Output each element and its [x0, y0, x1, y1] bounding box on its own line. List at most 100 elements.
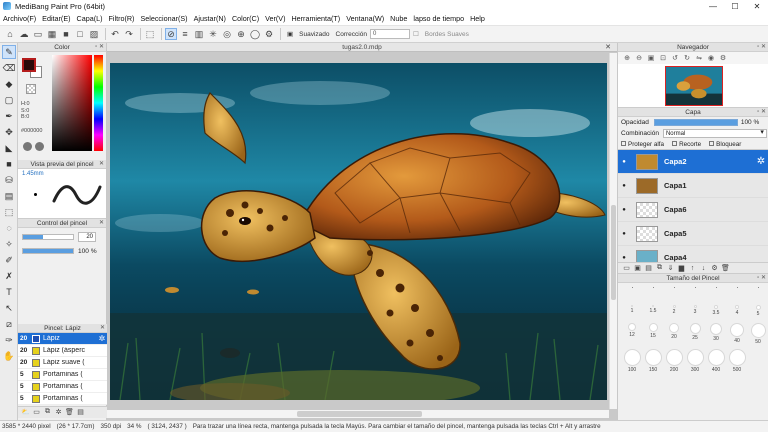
operation-tool-icon[interactable]: ↖ [2, 301, 16, 315]
brush-item[interactable]: 20 Lápiz suave ( [18, 357, 107, 369]
brush-size-value[interactable]: 20 [78, 232, 96, 242]
eyedropper-tool-icon[interactable]: ✑ [2, 333, 16, 347]
brush-size-option[interactable] [621, 287, 643, 289]
minimize-button[interactable]: — [702, 0, 724, 12]
magic-wand-tool-icon[interactable]: ✧ [2, 237, 16, 251]
brush-size-option[interactable]: 300 [684, 349, 706, 373]
zoom-out-icon[interactable]: ⊖ [633, 54, 645, 62]
cloud-upload-icon[interactable]: ☁ [18, 28, 30, 40]
menu-color[interactable]: Color(C) [232, 14, 259, 23]
brush-size-option[interactable]: 400 [705, 349, 727, 373]
trash-icon[interactable]: 🗑 [720, 264, 731, 272]
panel-close-icon[interactable]: ▫ ✕ [757, 108, 766, 117]
circle-snap-icon[interactable]: ◯ [249, 28, 261, 40]
transparent-icon[interactable]: ▨ [88, 28, 100, 40]
brush-opacity-slider[interactable] [22, 248, 74, 254]
layer-row-capa2[interactable]: ● Capa2 ✲ [618, 150, 768, 174]
menu-seleccionar[interactable]: Seleccionar(S) [140, 14, 187, 23]
fill-tool-icon[interactable]: ■ [2, 157, 16, 171]
hue-slider[interactable] [94, 55, 103, 151]
menu-help[interactable]: Help [470, 14, 485, 23]
divide-tool-icon[interactable]: ⧄ [2, 317, 16, 331]
brush-size-option[interactable] [726, 287, 748, 289]
protect-alpha-checkbox[interactable]: Proteger alfa [621, 141, 664, 148]
clip-checkbox[interactable]: Recorte [672, 141, 701, 148]
fit-icon[interactable]: ▣ [645, 54, 657, 62]
brush-size-option[interactable]: 100 [621, 349, 643, 373]
maximize-button[interactable]: ☐ [724, 0, 746, 12]
brush-item[interactable]: 5 Portaminas ( [18, 381, 107, 393]
layer-settings-icon[interactable]: ⚙ [709, 264, 720, 272]
brush-size-option[interactable]: 3 [684, 305, 706, 315]
menu-filtro[interactable]: Filtro(R) [108, 14, 134, 23]
actual-size-icon[interactable]: ⊡ [657, 54, 669, 62]
panel-close-icon[interactable]: ✕ [99, 160, 104, 169]
grid-icon[interactable]: ▦ [46, 28, 58, 40]
navigator-thumbnail[interactable] [618, 64, 768, 108]
brush-size-option[interactable]: 500 [726, 349, 748, 373]
add-layer-icon[interactable]: ▭ [621, 264, 632, 272]
move-up-icon[interactable]: ↑ [687, 265, 698, 272]
brush-size-option[interactable]: 1 [621, 305, 643, 314]
brush-size-option[interactable] [747, 287, 768, 289]
brush-size-option[interactable]: 25 [684, 323, 706, 341]
opacity-slider[interactable] [653, 119, 738, 126]
vertical-scrollbar[interactable] [609, 53, 617, 409]
brush-size-slider[interactable] [22, 234, 74, 240]
gear-icon[interactable]: ✲ [754, 156, 768, 167]
saturation-brightness-picker[interactable] [52, 55, 92, 151]
undo-icon[interactable]: ↶ [109, 28, 121, 40]
brush-size-option[interactable] [663, 287, 685, 289]
brush-size-option[interactable]: 30 [705, 323, 727, 342]
redo-icon[interactable]: ↷ [123, 28, 135, 40]
fill-icon[interactable]: ■ [60, 28, 72, 40]
copy-brush-icon[interactable]: ⧉ [42, 408, 53, 418]
brush-size-option[interactable]: 5 [747, 305, 768, 317]
close-tab-icon[interactable]: ✕ [605, 43, 611, 52]
pen-tool-icon[interactable]: ✒ [2, 109, 16, 123]
blend-select[interactable]: Normal [662, 129, 767, 138]
menu-nube[interactable]: Nube [390, 14, 407, 23]
merge-down-icon[interactable]: ⇓ [665, 264, 676, 272]
cloud-brush-icon[interactable]: ⛅ [20, 408, 31, 418]
horizontal-scroll-thumb[interactable] [297, 411, 422, 417]
menu-ver[interactable]: Ver(V) [265, 14, 285, 23]
add-1bit-layer-icon[interactable]: ▤ [643, 264, 654, 272]
horizontal-scrollbar[interactable] [107, 410, 609, 418]
vanishing-snap-icon[interactable]: ✳ [207, 28, 219, 40]
layer-row-capa1[interactable]: ● Capa1 [618, 174, 768, 198]
add-8bit-layer-icon[interactable]: ▣ [632, 264, 643, 272]
canvas-artwork[interactable] [110, 63, 607, 400]
move-down-icon[interactable]: ↓ [698, 265, 709, 272]
foreground-color-swatch[interactable] [22, 58, 36, 72]
brush-item[interactable]: 5 Portaminas ( [18, 393, 107, 405]
transparent-swatch[interactable] [26, 84, 36, 94]
cross-snap-icon[interactable]: ▥ [193, 28, 205, 40]
trash-icon[interactable]: 🗑 [64, 408, 75, 418]
lasso-tool-icon[interactable]: ◌ [2, 221, 16, 235]
visibility-icon[interactable]: ● [618, 255, 630, 261]
hex-value[interactable]: #000000 [21, 128, 42, 134]
radial-snap-icon[interactable]: ⊕ [235, 28, 247, 40]
menu-capa[interactable]: Capa(L) [77, 14, 103, 23]
panel-close-icon[interactable]: ✕ [99, 219, 104, 228]
brush-size-option[interactable] [705, 287, 727, 289]
hand-tool-icon[interactable]: ✋ [2, 349, 16, 363]
select-tool-icon[interactable]: ⬚ [2, 205, 16, 219]
menu-ventana[interactable]: Ventana(W) [346, 14, 384, 23]
curve-snap-icon[interactable]: ⚙ [263, 28, 275, 40]
chat-icon[interactable]: ▭ [32, 28, 44, 40]
brush-size-option[interactable]: 12 [621, 323, 643, 338]
visibility-icon[interactable]: ● [618, 231, 630, 237]
bucket-tool-icon[interactable]: ⛁ [2, 173, 16, 187]
text-tool-icon[interactable]: T [2, 285, 16, 299]
zoom-in-icon[interactable]: ⊕ [621, 54, 633, 62]
reset-icon[interactable]: ◉ [705, 54, 717, 62]
brush-size-option[interactable] [684, 287, 706, 289]
document-tab[interactable]: tugas2.0.mdp ✕ [107, 43, 617, 52]
checkbox-icon[interactable]: ▣ [287, 30, 293, 38]
brush-size-option[interactable]: 20 [663, 323, 685, 340]
focus-snap-icon[interactable]: ◎ [221, 28, 233, 40]
panel-close-icon[interactable]: ▫ ✕ [95, 43, 104, 52]
brush-item[interactable]: 5 Portaminas ( [18, 369, 107, 381]
